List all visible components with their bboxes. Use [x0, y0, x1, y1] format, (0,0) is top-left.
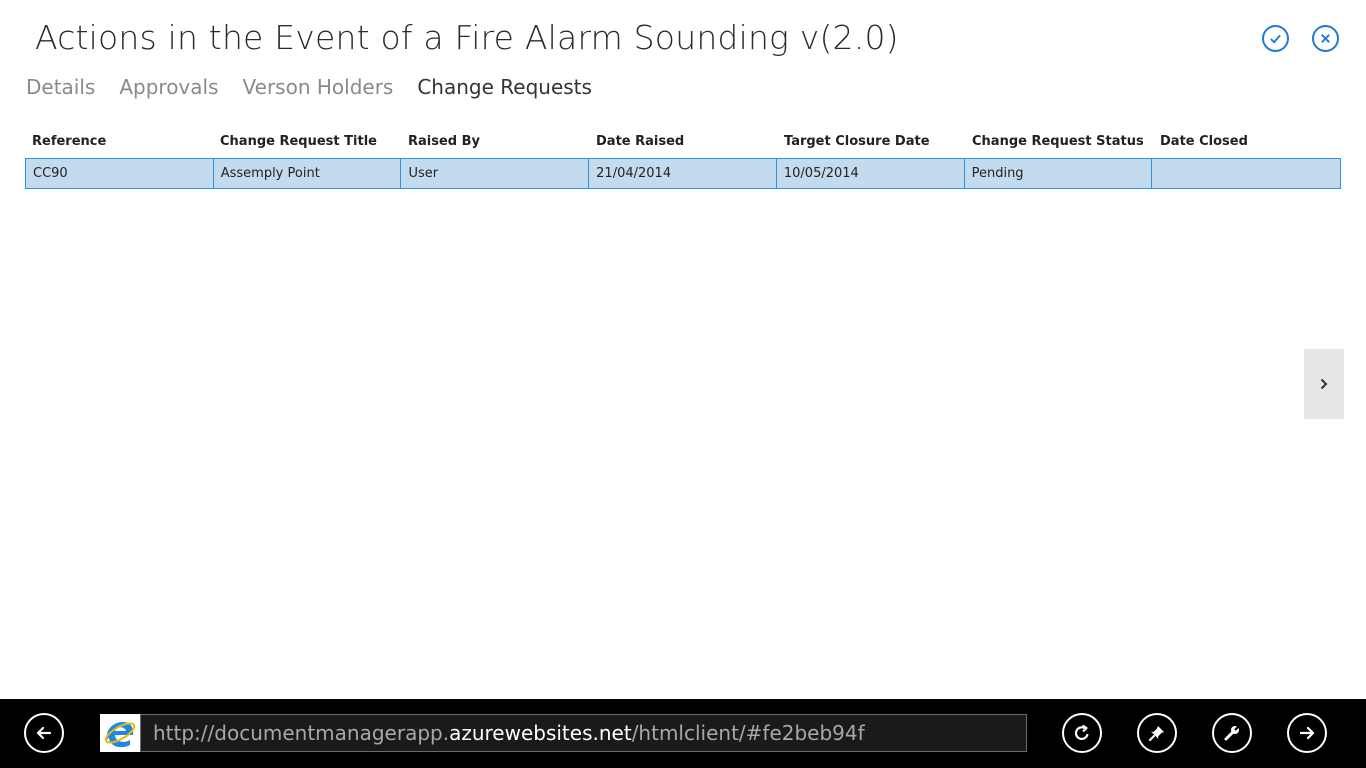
pin-button[interactable]	[1137, 713, 1177, 753]
browser-app-bar: http://documentmanagerapp.azurewebsites.…	[0, 699, 1366, 768]
address-bar-input[interactable]: http://documentmanagerapp.azurewebsites.…	[140, 714, 1027, 752]
close-icon	[1321, 34, 1330, 43]
tools-button[interactable]	[1212, 713, 1252, 753]
save-button[interactable]	[1262, 25, 1289, 52]
column-header-raised-by[interactable]: Raised By	[401, 130, 589, 158]
page-title: Actions in the Event of a Fire Alarm Sou…	[35, 18, 899, 57]
cell-date-raised: 21/04/2014	[589, 159, 777, 188]
cell-title: Assemply Point	[214, 159, 402, 188]
cell-raised-by: User	[401, 159, 590, 188]
cell-reference: CC90	[26, 159, 214, 188]
cell-target-closure: 10/05/2014	[777, 159, 965, 188]
url-domain: azurewebsites.net	[449, 721, 632, 745]
cell-date-closed	[1152, 159, 1340, 188]
column-header-date-closed[interactable]: Date Closed	[1153, 130, 1341, 158]
internet-explorer-icon	[100, 714, 140, 752]
url-suffix: /htmlclient/#fe2beb94f	[631, 721, 865, 745]
forward-arrow-icon	[1299, 726, 1315, 740]
change-requests-table: Reference Change Request Title Raised By…	[25, 130, 1341, 189]
column-header-target-closure[interactable]: Target Closure Date	[777, 130, 965, 158]
column-header-reference[interactable]: Reference	[25, 130, 213, 158]
column-header-title[interactable]: Change Request Title	[213, 130, 401, 158]
pin-icon	[1148, 726, 1164, 742]
tab-change-requests[interactable]: Change Requests	[417, 75, 592, 99]
close-button[interactable]	[1312, 25, 1339, 52]
tab-details[interactable]: Details	[26, 75, 95, 99]
forward-button[interactable]	[1287, 713, 1327, 753]
chevron-right-icon	[1320, 378, 1328, 390]
refresh-icon	[1074, 724, 1089, 740]
column-header-status[interactable]: Change Request Status	[965, 130, 1153, 158]
refresh-button[interactable]	[1062, 713, 1102, 753]
tab-version-holders[interactable]: Verson Holders	[243, 75, 394, 99]
url-prefix: http://documentmanagerapp.	[153, 721, 450, 745]
cell-status: Pending	[965, 159, 1153, 188]
back-button[interactable]	[24, 713, 64, 753]
table-row[interactable]: CC90 Assemply Point User 21/04/2014 10/0…	[25, 158, 1341, 189]
back-arrow-icon	[36, 726, 52, 740]
wrench-icon	[1224, 725, 1240, 741]
tab-approvals[interactable]: Approvals	[119, 75, 218, 99]
tab-bar: Details Approvals Verson Holders Change …	[26, 75, 592, 99]
next-page-button[interactable]	[1304, 349, 1344, 419]
checkmark-icon	[1270, 34, 1281, 44]
table-header: Reference Change Request Title Raised By…	[25, 130, 1341, 158]
column-header-date-raised[interactable]: Date Raised	[589, 130, 777, 158]
